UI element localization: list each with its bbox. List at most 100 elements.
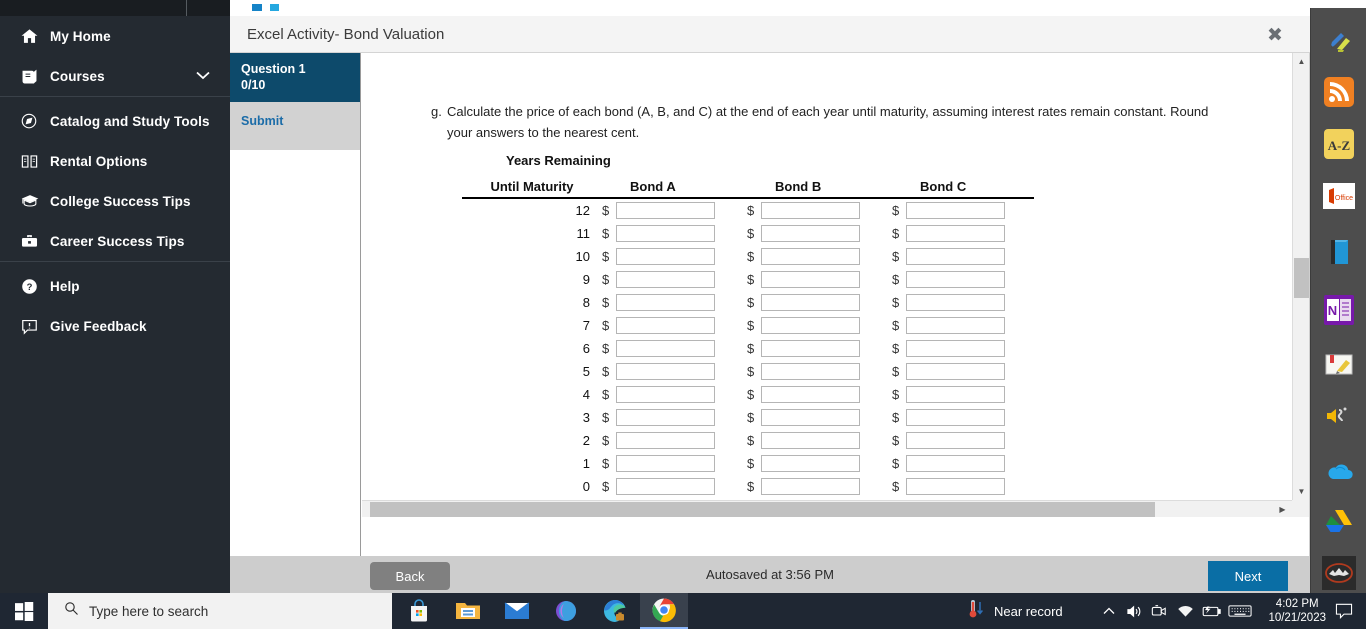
table-header-bond-a: Bond A xyxy=(630,178,676,194)
vertical-scrollbar-thumb[interactable] xyxy=(1294,258,1309,298)
bond-c-input[interactable] xyxy=(906,432,1005,449)
onenote-icon[interactable]: N xyxy=(1323,294,1355,326)
bond-c-input[interactable] xyxy=(906,248,1005,265)
years-remaining-value: 11 xyxy=(576,226,591,241)
horizontal-scrollbar[interactable]: ▶ xyxy=(362,500,1293,517)
table-row: 9 $ $ $ xyxy=(462,268,1037,291)
sidebar-item-give-feedback[interactable]: Give Feedback xyxy=(0,306,230,346)
clock[interactable]: 4:02 PM 10/21/2023 xyxy=(1268,593,1326,629)
bond-b-input[interactable] xyxy=(761,432,860,449)
bond-a-input[interactable] xyxy=(616,225,715,242)
scroll-up-icon[interactable]: ▲ xyxy=(1293,53,1310,70)
currency-symbol: $ xyxy=(602,249,610,264)
chevron-up-icon[interactable] xyxy=(1098,593,1120,629)
notification-icon[interactable] xyxy=(1328,593,1360,629)
bond-a-input[interactable] xyxy=(616,317,715,334)
bond-c-input[interactable] xyxy=(906,317,1005,334)
onedrive-icon[interactable] xyxy=(1323,455,1355,487)
scroll-right-icon[interactable]: ▶ xyxy=(1274,501,1291,518)
sidebar-item-courses[interactable]: Courses xyxy=(0,56,230,96)
search-input[interactable]: Type here to search xyxy=(48,593,392,629)
text-to-speech-icon[interactable] xyxy=(1323,400,1355,432)
bond-a-input[interactable] xyxy=(616,478,715,495)
bond-b-input[interactable] xyxy=(761,455,860,472)
bond-cell: $ xyxy=(602,248,747,265)
bond-a-input[interactable] xyxy=(616,455,715,472)
sidebar-item-rental-options[interactable]: Rental Options xyxy=(0,141,230,181)
vertical-scrollbar[interactable]: ▲ ▼ xyxy=(1292,53,1309,500)
bond-b-input[interactable] xyxy=(761,409,860,426)
bond-c-input[interactable] xyxy=(906,271,1005,288)
wifi-icon[interactable] xyxy=(1173,593,1197,629)
bond-a-input[interactable] xyxy=(616,340,715,357)
office-icon[interactable]: Office xyxy=(1323,180,1355,212)
currency-symbol: $ xyxy=(602,387,610,402)
bond-b-input[interactable] xyxy=(761,248,860,265)
weather-widget[interactable]: Near record xyxy=(966,593,1063,629)
microsoft-edge-icon[interactable] xyxy=(591,593,639,629)
bond-c-input[interactable] xyxy=(906,363,1005,380)
currency-symbol: $ xyxy=(747,226,755,241)
speaker-icon[interactable] xyxy=(1122,593,1146,629)
sidebar-item-college-success-tips[interactable]: College Success Tips xyxy=(0,181,230,221)
submit-link[interactable]: Submit xyxy=(241,114,283,128)
google-chrome-icon[interactable] xyxy=(640,593,688,629)
mail-icon[interactable] xyxy=(493,593,541,629)
file-explorer-icon[interactable] xyxy=(444,593,492,629)
horizontal-scrollbar-thumb[interactable] xyxy=(370,502,1155,517)
currency-symbol: $ xyxy=(602,272,610,287)
bond-a-input[interactable] xyxy=(616,409,715,426)
bond-c-input[interactable] xyxy=(906,455,1005,472)
bond-a-input[interactable] xyxy=(616,363,715,380)
keyboard-icon[interactable] xyxy=(1226,593,1254,629)
years-remaining-value: 0 xyxy=(582,479,590,494)
open-book-icon xyxy=(20,152,50,171)
sidebar-item-catalog-and-study-tools[interactable]: Catalog and Study Tools xyxy=(0,101,230,141)
bond-b-input[interactable] xyxy=(761,294,860,311)
sidebar-item-my-home[interactable]: My Home xyxy=(0,16,230,56)
bond-c-input[interactable] xyxy=(906,202,1005,219)
bond-b-input[interactable] xyxy=(761,202,860,219)
google-drive-icon[interactable] xyxy=(1323,505,1355,537)
bond-b-input[interactable] xyxy=(761,386,860,403)
bond-c-input[interactable] xyxy=(906,409,1005,426)
sidebar-item-career-success-tips[interactable]: Career Success Tips xyxy=(0,221,230,261)
bond-a-input[interactable] xyxy=(616,271,715,288)
bond-c-input[interactable] xyxy=(906,294,1005,311)
currency-symbol: $ xyxy=(892,387,900,402)
bond-a-input[interactable] xyxy=(616,386,715,403)
a-z-dictionary-icon[interactable]: A-Z xyxy=(1323,128,1355,160)
bond-c-input[interactable] xyxy=(906,478,1005,495)
question-scroll-area: g. Calculate the price of each bond (A, … xyxy=(362,53,1293,500)
battery-charging-icon[interactable] xyxy=(1198,593,1224,629)
scroll-down-icon[interactable]: ▼ xyxy=(1293,483,1310,500)
microsoft-365-icon[interactable] xyxy=(542,593,590,629)
bond-c-input[interactable] xyxy=(906,340,1005,357)
bond-a-input[interactable] xyxy=(616,294,715,311)
bond-b-input[interactable] xyxy=(761,225,860,242)
bond-a-input[interactable] xyxy=(616,248,715,265)
start-button[interactable] xyxy=(0,593,48,629)
bond-b-input[interactable] xyxy=(761,363,860,380)
bond-a-input[interactable] xyxy=(616,432,715,449)
meet-now-icon[interactable] xyxy=(1148,593,1170,629)
bond-c-input[interactable] xyxy=(906,386,1005,403)
pen-highlighter-icon[interactable] xyxy=(1323,24,1355,56)
microsoft-store-icon[interactable] xyxy=(395,593,443,629)
blue-book-icon[interactable] xyxy=(1323,236,1355,268)
close-icon[interactable]: ✖ xyxy=(1250,16,1300,53)
notebook-highlighter-icon[interactable] xyxy=(1323,348,1355,380)
next-button[interactable]: Next xyxy=(1208,561,1288,591)
rss-feed-icon[interactable] xyxy=(1323,76,1355,108)
bond-b-input[interactable] xyxy=(761,271,860,288)
question-nav-submit[interactable]: Submit xyxy=(230,102,360,150)
bond-b-input[interactable] xyxy=(761,340,860,357)
bond-c-input[interactable] xyxy=(906,225,1005,242)
bond-b-input[interactable] xyxy=(761,478,860,495)
bond-b-input[interactable] xyxy=(761,317,860,334)
question-nav-item-question-1[interactable]: Question 1 0/10 xyxy=(230,53,360,102)
bond-a-input[interactable] xyxy=(616,202,715,219)
bat-icon[interactable] xyxy=(1321,555,1357,591)
sidebar-item-help[interactable]: ? Help xyxy=(0,266,230,306)
chevron-down-icon[interactable] xyxy=(196,67,210,85)
